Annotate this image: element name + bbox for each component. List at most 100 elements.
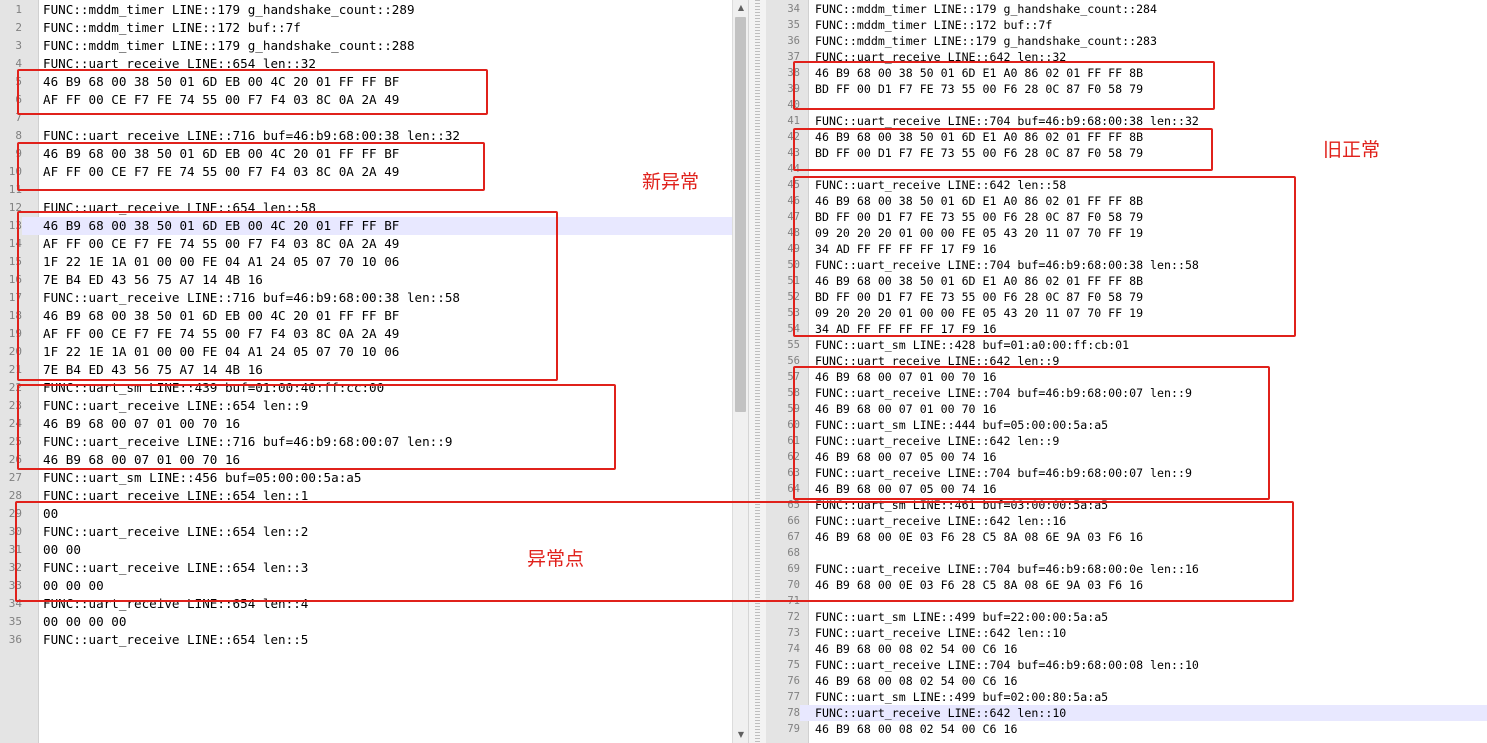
code-line[interactable]: 17 FUNC::uart_receive LINE::716 buf=46:b9…: [0, 289, 732, 307]
code-line[interactable]: 3 FUNC::mddm_timer LINE::179 g_handshake_…: [0, 37, 732, 55]
code-line[interactable]: 28 FUNC::uart_receive LINE::654 len::1: [0, 487, 732, 505]
code-line[interactable]: 36 FUNC::mddm_timer LINE::179 g_handshake…: [766, 33, 1487, 49]
code-line[interactable]: 7: [0, 109, 732, 127]
code-line[interactable]: 23 FUNC::uart_receive LINE::654 len::9: [0, 397, 732, 415]
line-number: 66: [787, 515, 800, 527]
scroll-up-arrow-icon[interactable]: ▲: [733, 0, 749, 16]
line-number: 15: [8, 255, 22, 268]
code-line[interactable]: 72 FUNC::uart_sm LINE::499 buf=22:00:00:5…: [766, 609, 1487, 625]
code-line[interactable]: 1 FUNC::mddm_timer LINE::179 g_handshake_…: [0, 1, 732, 19]
note-abnormal-point: 异常点: [527, 548, 585, 570]
code-line[interactable]: 19 AF FF 00 CE F7 FE 74 55 00 F7 F4 03 8C…: [0, 325, 732, 343]
code-line[interactable]: 8 FUNC::uart_receive LINE::716 buf=46:b9:…: [0, 127, 732, 145]
code-line[interactable]: 53 09 20 20 20 01 00 00 FE 05 43 20 11 07…: [766, 305, 1487, 321]
code-line[interactable]: 70 46 B9 68 00 0E 03 F6 28 C5 8A 08 6E 9A…: [766, 577, 1487, 593]
code-line[interactable]: 35 00 00 00 00: [0, 613, 732, 631]
code-line[interactable]: 6 AF FF 00 CE F7 FE 74 55 00 F7 F4 03 8C …: [0, 91, 732, 109]
code-line[interactable]: 9 46 B9 68 00 38 50 01 6D EB 00 4C 20 01 …: [0, 145, 732, 163]
code-line[interactable]: 5 46 B9 68 00 38 50 01 6D EB 00 4C 20 01 …: [0, 73, 732, 91]
code-line[interactable]: 79 46 B9 68 00 08 02 54 00 C6 16: [766, 721, 1487, 737]
code-line[interactable]: 65 FUNC::uart_sm LINE::461 buf=03:00:00:5…: [766, 497, 1487, 513]
code-line[interactable]: 16 7E B4 ED 43 56 75 A7 14 4B 16: [0, 271, 732, 289]
code-line[interactable]: 2 FUNC::mddm_timer LINE::172 buf::7f: [0, 19, 732, 37]
code-line[interactable]: 26 46 B9 68 00 07 01 00 70 16: [0, 451, 732, 469]
left-scrollbar-thumb[interactable]: [735, 17, 746, 412]
code-line[interactable]: 51 46 B9 68 00 38 50 01 6D E1 A0 86 02 01…: [766, 273, 1487, 289]
code-line[interactable]: 12 FUNC::uart_receive LINE::654 len::58: [0, 199, 732, 217]
code-line[interactable]: 46 46 B9 68 00 38 50 01 6D E1 A0 86 02 01…: [766, 193, 1487, 209]
code-line[interactable]: 75 FUNC::uart_receive LINE::704 buf=46:b9…: [766, 657, 1487, 673]
code-line[interactable]: 57 46 B9 68 00 07 01 00 70 16: [766, 369, 1487, 385]
code-line[interactable]: 15 1F 22 1E 1A 01 00 00 FE 04 A1 24 05 07…: [0, 253, 732, 271]
code-line[interactable]: 22 FUNC::uart_sm LINE::439 buf=01:00:40:f…: [0, 379, 732, 397]
code-line[interactable]: 10 AF FF 00 CE F7 FE 74 55 00 F7 F4 03 8C…: [0, 163, 732, 181]
line-number: 4: [15, 57, 22, 70]
code-line[interactable]: 77 FUNC::uart_sm LINE::499 buf=02:00:80:5…: [766, 689, 1487, 705]
code-line[interactable]: 24 46 B9 68 00 07 01 00 70 16: [0, 415, 732, 433]
code-line[interactable]: 66 FUNC::uart_receive LINE::642 len::16: [766, 513, 1487, 529]
code-line[interactable]: 68: [766, 545, 1487, 561]
code-line[interactable]: 74 46 B9 68 00 08 02 54 00 C6 16: [766, 641, 1487, 657]
code-line[interactable]: 18 46 B9 68 00 38 50 01 6D EB 00 4C 20 01…: [0, 307, 732, 325]
code-line[interactable]: 44: [766, 161, 1487, 177]
pane-splitter[interactable]: [748, 0, 768, 743]
line-number: 55: [787, 339, 800, 351]
code-line[interactable]: 33 00 00 00: [0, 577, 732, 595]
code-line[interactable]: 21 7E B4 ED 43 56 75 A7 14 4B 16: [0, 361, 732, 379]
code-line[interactable]: 25 FUNC::uart_receive LINE::716 buf=46:b9…: [0, 433, 732, 451]
line-number: 79: [787, 723, 800, 735]
code-line[interactable]: 49 34 AD FF FF FF FF 17 F9 16: [766, 241, 1487, 257]
code-line[interactable]: 34 FUNC::uart_receive LINE::654 len::4: [0, 595, 732, 613]
code-line[interactable]: 20 1F 22 1E 1A 01 00 00 FE 04 A1 24 05 07…: [0, 343, 732, 361]
code-line[interactable]: 34 FUNC::mddm_timer LINE::179 g_handshake…: [766, 1, 1487, 17]
code-line[interactable]: 62 46 B9 68 00 07 05 00 74 16: [766, 449, 1487, 465]
code-line[interactable]: 47 BD FF 00 D1 F7 FE 73 55 00 F6 28 0C 87…: [766, 209, 1487, 225]
code-line[interactable]: 29 00: [0, 505, 732, 523]
line-text: FUNC::uart_receive LINE::716 buf=46:b9:6…: [43, 434, 453, 449]
code-line[interactable]: 71: [766, 593, 1487, 609]
line-number: 73: [787, 627, 800, 639]
code-line[interactable]: 27 FUNC::uart_sm LINE::456 buf=05:00:00:5…: [0, 469, 732, 487]
code-line[interactable]: 55 FUNC::uart_sm LINE::428 buf=01:a0:00:f…: [766, 337, 1487, 353]
code-line[interactable]: 59 46 B9 68 00 07 01 00 70 16: [766, 401, 1487, 417]
code-line[interactable]: 30 FUNC::uart_receive LINE::654 len::2: [0, 523, 732, 541]
code-line[interactable]: 13 46 B9 68 00 38 50 01 6D EB 00 4C 20 01…: [0, 217, 732, 235]
code-line[interactable]: 64 46 B9 68 00 07 05 00 74 16: [766, 481, 1487, 497]
code-line[interactable]: 35 FUNC::mddm_timer LINE::172 buf::7f: [766, 17, 1487, 33]
code-line[interactable]: 63 FUNC::uart_receive LINE::704 buf=46:b9…: [766, 465, 1487, 481]
code-line[interactable]: 31 00 00: [0, 541, 732, 559]
code-line[interactable]: 11: [0, 181, 732, 199]
code-line[interactable]: 60 FUNC::uart_sm LINE::444 buf=05:00:00:5…: [766, 417, 1487, 433]
line-number: 22: [8, 381, 22, 394]
code-line[interactable]: 38 46 B9 68 00 38 50 01 6D E1 A0 86 02 01…: [766, 65, 1487, 81]
line-text: 46 B9 68 00 0E 03 F6 28 C5 8A 08 6E 9A 0…: [815, 578, 1144, 592]
code-line[interactable]: 54 34 AD FF FF FF FF 17 F9 16: [766, 321, 1487, 337]
code-line[interactable]: 4 FUNC::uart_receive LINE::654 len::32: [0, 55, 732, 73]
line-text: FUNC::uart_receive LINE::716 buf=46:b9:6…: [43, 128, 461, 143]
code-line[interactable]: 67 46 B9 68 00 0E 03 F6 28 C5 8A 08 6E 9A…: [766, 529, 1487, 545]
code-line[interactable]: 45 FUNC::uart_receive LINE::642 len::58: [766, 177, 1487, 193]
code-line[interactable]: 56 FUNC::uart_receive LINE::642 len::9: [766, 353, 1487, 369]
code-line[interactable]: 48 09 20 20 20 01 00 00 FE 05 43 20 11 07…: [766, 225, 1487, 241]
code-line[interactable]: 50 FUNC::uart_receive LINE::704 buf=46:b9…: [766, 257, 1487, 273]
scroll-down-arrow-icon[interactable]: ▼: [733, 727, 749, 743]
left-vertical-scrollbar[interactable]: ▲ ▼: [732, 0, 749, 743]
code-line[interactable]: 39 BD FF 00 D1 F7 FE 73 55 00 F6 28 0C 87…: [766, 81, 1487, 97]
code-line[interactable]: 41 FUNC::uart_receive LINE::704 buf=46:b9…: [766, 113, 1487, 129]
code-line[interactable]: 40: [766, 97, 1487, 113]
code-line[interactable]: 73 FUNC::uart_receive LINE::642 len::10: [766, 625, 1487, 641]
code-line[interactable]: 37 FUNC::uart_receive LINE::642 len::32: [766, 49, 1487, 65]
code-line[interactable]: 36 FUNC::uart_receive LINE::654 len::5: [0, 631, 732, 649]
code-line[interactable]: 61 FUNC::uart_receive LINE::642 len::9: [766, 433, 1487, 449]
line-number: 16: [8, 273, 22, 286]
code-line[interactable]: 76 46 B9 68 00 08 02 54 00 C6 16: [766, 673, 1487, 689]
code-line[interactable]: 52 BD FF 00 D1 F7 FE 73 55 00 F6 28 0C 87…: [766, 289, 1487, 305]
right-editor-pane[interactable]: 34 FUNC::mddm_timer LINE::179 g_handshake…: [766, 0, 1487, 743]
code-line[interactable]: 58 FUNC::uart_receive LINE::704 buf=46:b9…: [766, 385, 1487, 401]
note-new-abnormal: 新异常: [642, 171, 700, 193]
code-line[interactable]: 32 FUNC::uart_receive LINE::654 len::3: [0, 559, 732, 577]
code-line[interactable]: 78 FUNC::uart_receive LINE::642 len::10: [766, 705, 1487, 721]
left-editor-pane[interactable]: 1 FUNC::mddm_timer LINE::179 g_handshake_…: [0, 0, 732, 743]
code-line[interactable]: 69 FUNC::uart_receive LINE::704 buf=46:b9…: [766, 561, 1487, 577]
code-line[interactable]: 14 AF FF 00 CE F7 FE 74 55 00 F7 F4 03 8C…: [0, 235, 732, 253]
